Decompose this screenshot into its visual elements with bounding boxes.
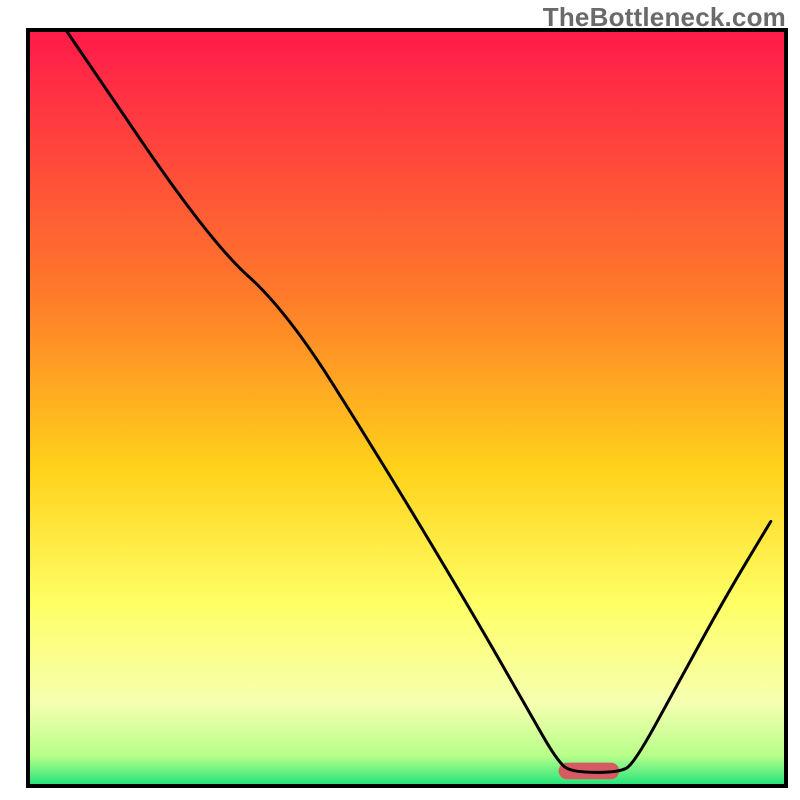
watermark-text: TheBottleneck.com bbox=[543, 2, 786, 33]
chart-svg bbox=[0, 0, 800, 800]
bottleneck-chart: TheBottleneck.com bbox=[0, 0, 800, 800]
plot-area bbox=[28, 30, 786, 786]
